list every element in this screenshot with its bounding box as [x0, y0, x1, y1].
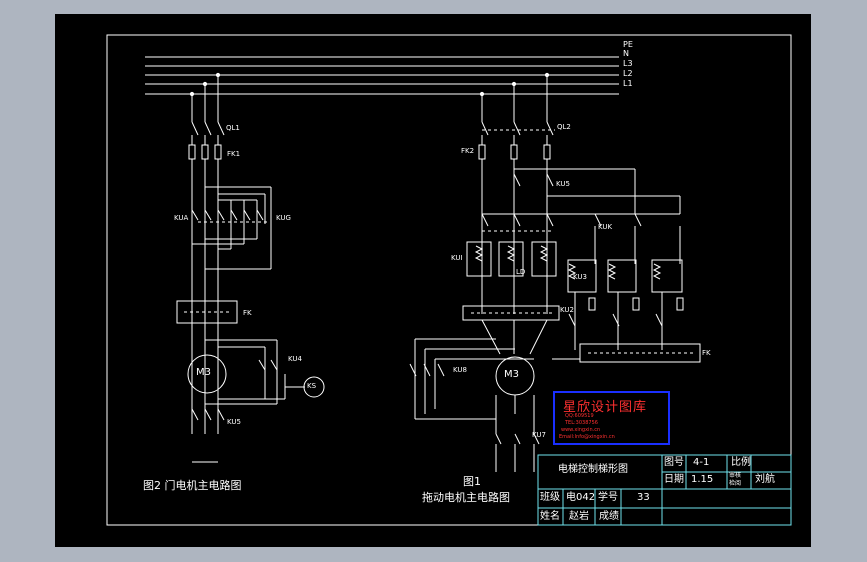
rail-label-l1: L1: [623, 79, 633, 88]
rail-label-n: N: [623, 49, 629, 58]
title-block-reviewer: 刘航: [755, 474, 775, 485]
rail-label-l2: L2: [623, 69, 633, 78]
fig1-contactor-bottom-label: KU7: [532, 431, 546, 439]
fig2-brake-coil-label: KS: [307, 382, 317, 390]
fig1-fuse-switch-label: QL2: [557, 123, 571, 131]
title-block-drawing-title: 电梯控制梯形图: [558, 464, 628, 475]
title-block-class-value: 电042: [566, 492, 596, 503]
fig1-motor-label: M3: [504, 369, 519, 380]
title-block-drawn-label: 审核: [729, 472, 742, 479]
title-block-fig-no: 4-1: [693, 457, 710, 468]
watermark-line-3: www.xingxin.cn: [561, 427, 601, 433]
title-block-drawn-sub: 检阅: [729, 480, 742, 487]
title-block-seq-value: 33: [637, 492, 650, 503]
fig1-contactor-r-label: KU3: [573, 273, 587, 281]
fig1-contactor-mid-label: LD: [516, 268, 526, 276]
fig2-contactor-left-label: KUA: [174, 214, 189, 222]
title-block-date-label: 日期: [664, 474, 684, 485]
fig2-contactor-right-label: KUG: [276, 214, 291, 222]
fig2-brake-contactor-label: KU4: [288, 355, 302, 363]
fig1-contactor-left-label: KUI: [451, 254, 463, 262]
fig2-caption: 图2 门电机主电路图: [143, 479, 242, 492]
fig1-contactor-lower-label: KU2: [560, 306, 574, 314]
watermark-line-4: Email:Info@xingxin.cn: [559, 434, 615, 440]
fig2-fuse-switch-label: QL1: [226, 124, 240, 132]
watermark-line-2: TEL:3038756: [565, 420, 598, 426]
title-block-name-value: 赵岩: [569, 511, 589, 522]
fig1-contactor-motor-label: KU8: [453, 366, 467, 374]
fig1-caption: 拖动电机主电路图: [422, 491, 510, 504]
title-block-seq-label: 学号: [598, 492, 618, 503]
title-block-date: 1.15: [691, 474, 714, 485]
fig1-contactor-top-label: KU5: [556, 180, 570, 188]
watermark-line-1: QQ:609519: [565, 413, 594, 419]
rail-label-l3: L3: [623, 59, 633, 68]
fig1-fuse-label: FK2: [461, 147, 475, 155]
fig1-contactor-k-label: KUK: [598, 223, 613, 231]
title-block-fig-no-label: 图号: [664, 457, 684, 468]
title-block-scale-label: 比例: [731, 457, 751, 468]
fig2-fuse-label: FK1: [227, 150, 241, 158]
title-block-grade-label: 成绩: [599, 511, 619, 522]
drawing-frame: [106, 34, 792, 526]
fig1-caption-number: 图1: [463, 475, 481, 488]
fig2-thermal-label: FK: [243, 309, 252, 317]
rail-label-pe: PE: [623, 40, 633, 49]
fig2-motor-label: M3: [196, 367, 211, 378]
fig2-bottom-contactor-label: KU5: [227, 418, 241, 426]
title-block-class-label: 班级: [540, 492, 560, 503]
drawing-sheet: PE N L3 L2 L1 QL1 FK1 KUA KUG FK M3 KU4 …: [55, 14, 811, 547]
fig1-thermal-label: FK: [702, 349, 711, 357]
fig2-circuit: [176, 72, 325, 463]
title-block-name-label: 姓名: [540, 511, 560, 522]
watermark-stamp: 星欣设计图库 QQ:609519 TEL:3038756 www.xingxin…: [553, 391, 670, 445]
